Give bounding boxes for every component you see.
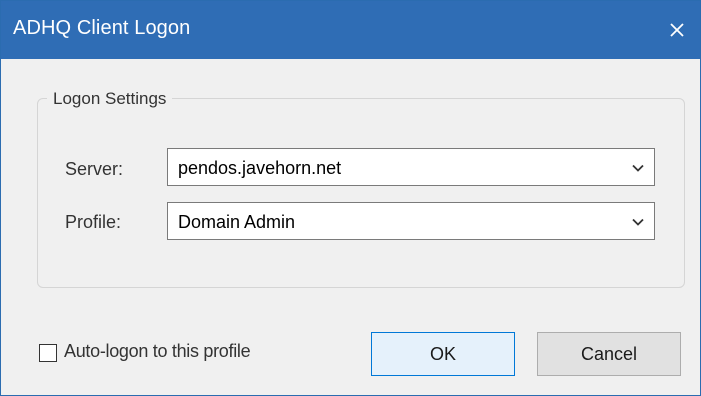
ok-button[interactable]: OK [371, 332, 515, 376]
close-icon [670, 23, 684, 37]
server-value: pendos.javehorn.net [178, 158, 342, 178]
profile-label: Profile: [65, 212, 122, 232]
profile-value: Domain Admin [178, 212, 296, 232]
window-title: ADHQ Client Logon [13, 17, 191, 39]
chevron-down-icon [632, 218, 644, 226]
auto-logon-checkbox[interactable] [39, 344, 57, 362]
cancel-button[interactable]: Cancel [537, 332, 681, 376]
chevron-down-icon [632, 164, 644, 172]
profile-combobox[interactable]: Domain Admin [167, 202, 655, 240]
cancel-button-label: Cancel [580, 343, 638, 364]
title-bar[interactable]: ADHQ Client Logon [1, 1, 700, 59]
logon-settings-group [37, 98, 685, 288]
server-label: Server: [65, 159, 124, 179]
ok-button-label: OK [429, 343, 456, 364]
close-button[interactable] [654, 1, 700, 59]
logon-dialog: ADHQ Client Logon Logon Settings Server:… [0, 0, 701, 396]
group-legend: Logon Settings [47, 89, 173, 109]
server-combobox[interactable]: pendos.javehorn.net [167, 148, 655, 186]
auto-logon-label[interactable]: Auto-logon to this profile [64, 341, 251, 362]
